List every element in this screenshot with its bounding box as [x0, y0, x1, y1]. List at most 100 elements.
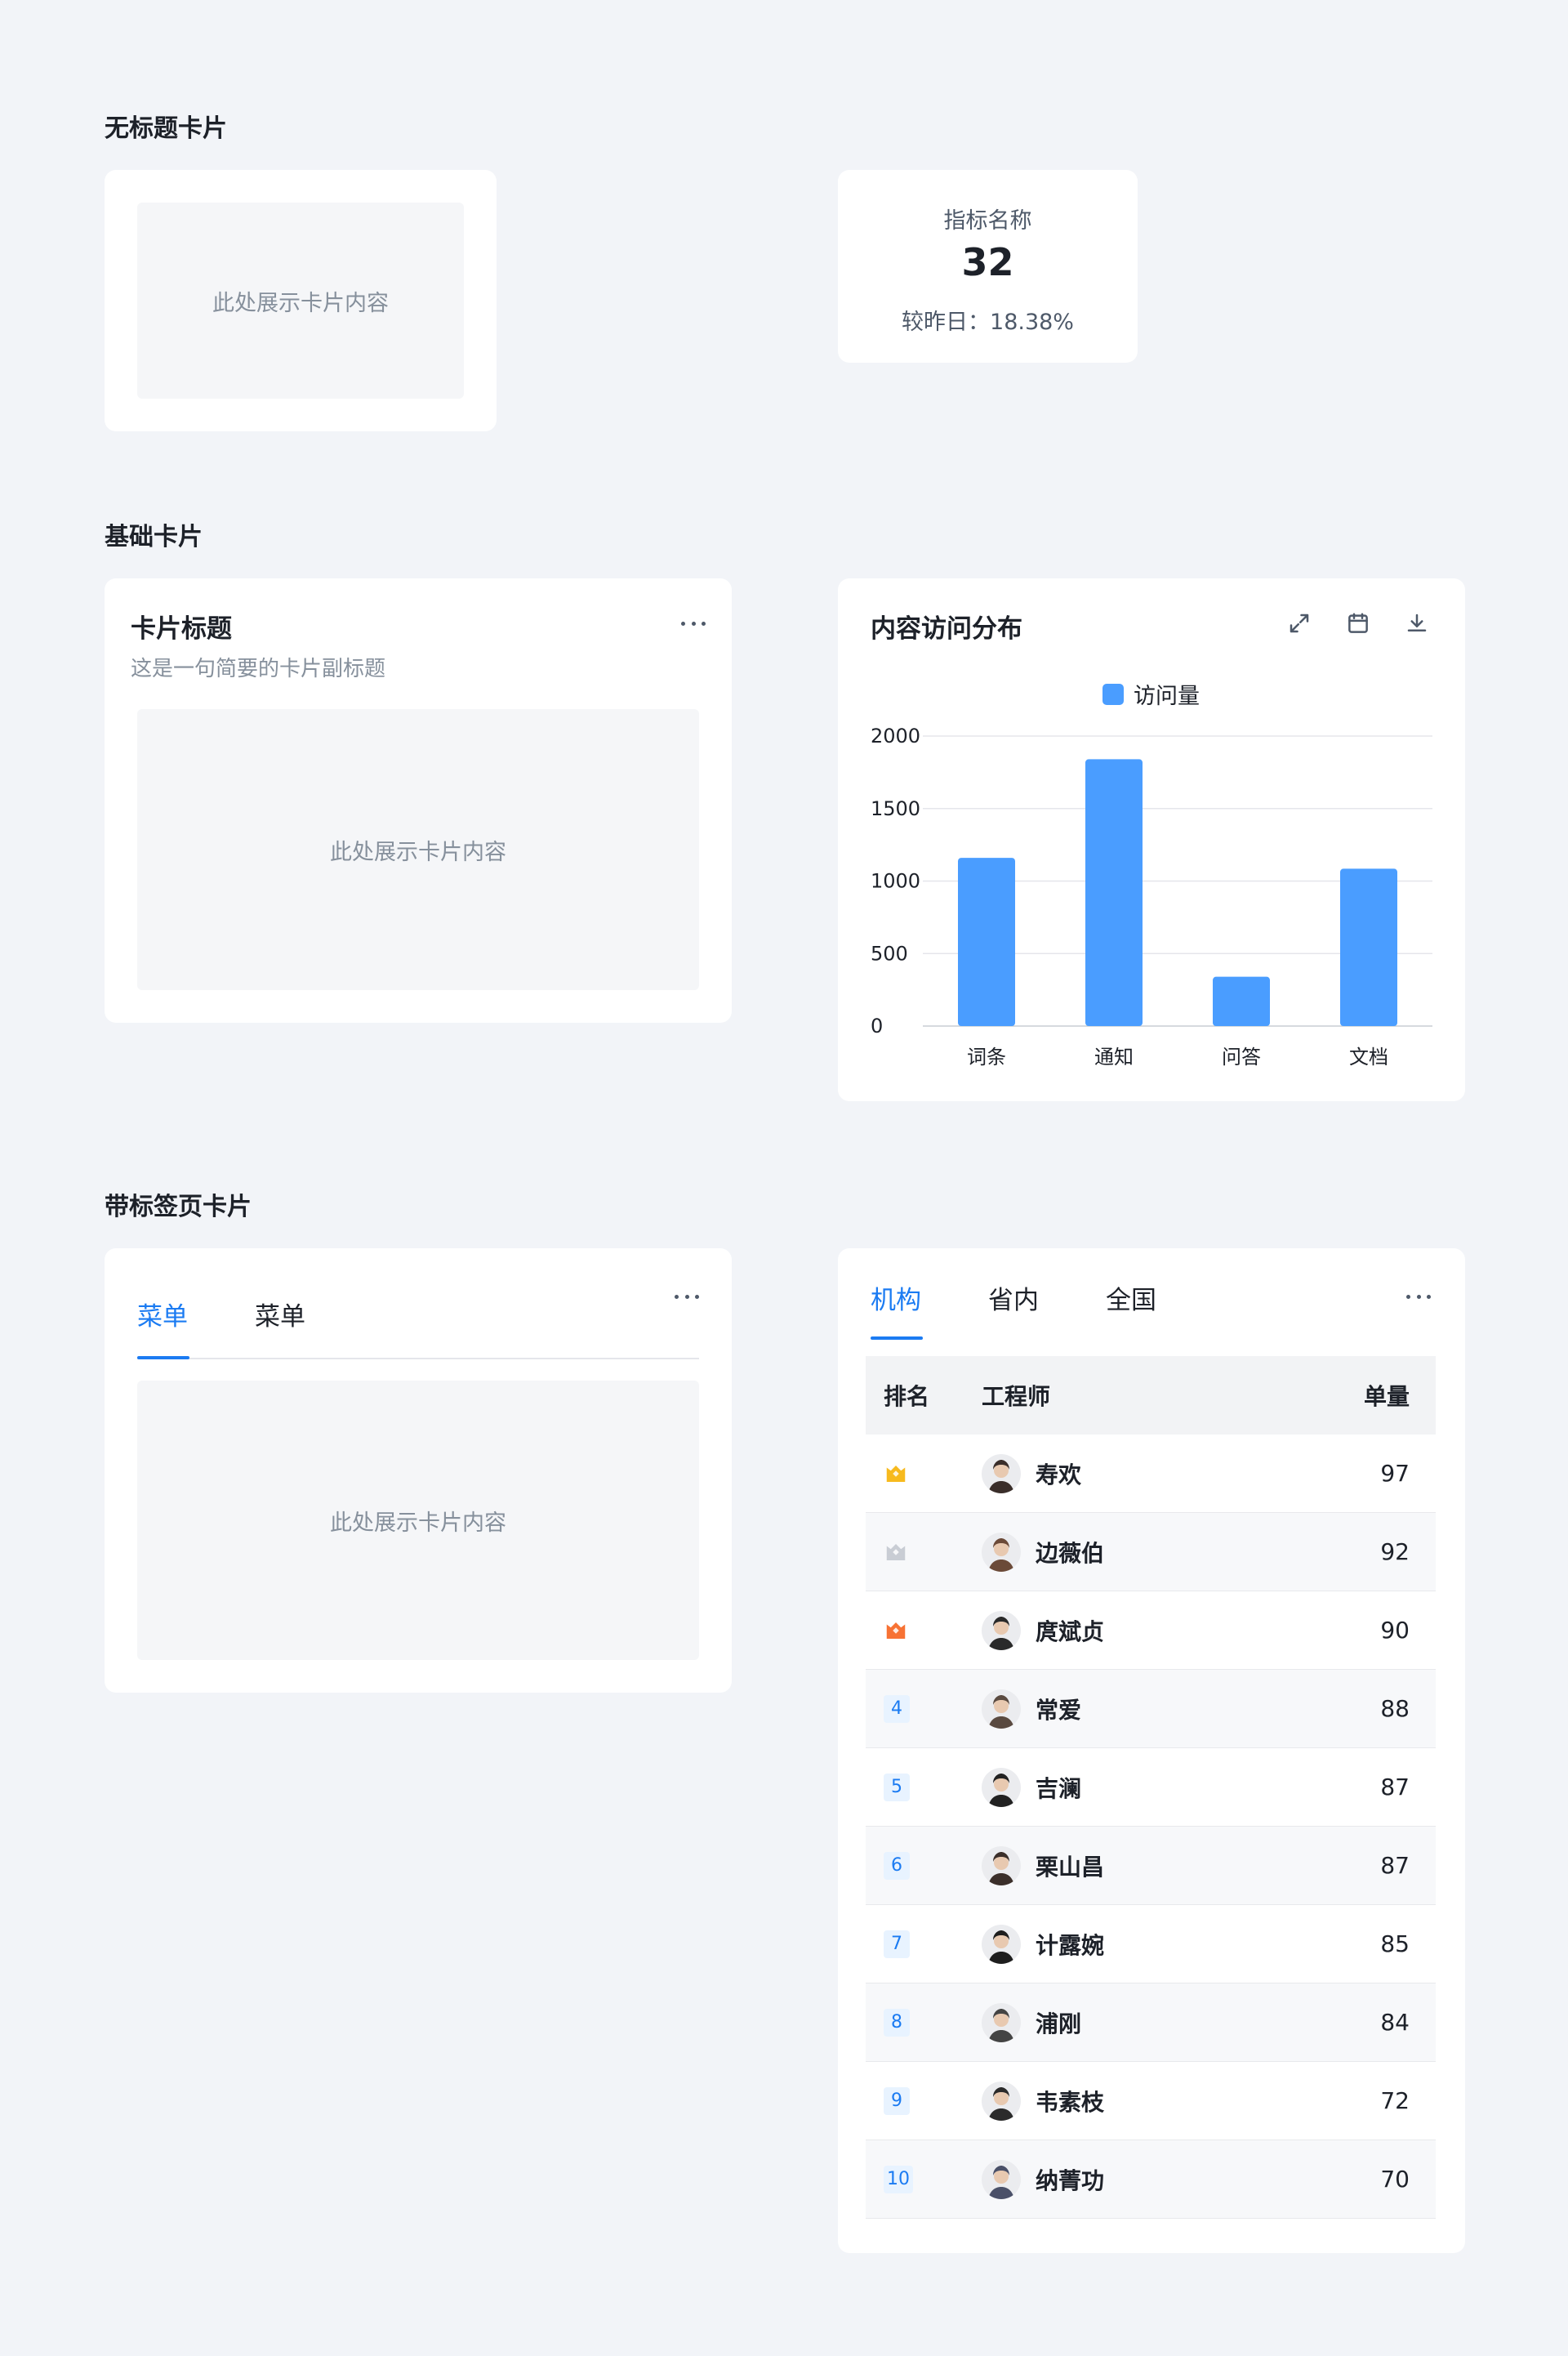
bar[interactable] — [1213, 976, 1270, 1026]
engineer-cell: 栗山昌 — [982, 1827, 1338, 1904]
engineer-name: 浦刚 — [1036, 2010, 1082, 2037]
engineer-cell: 边薇伯 — [982, 1513, 1338, 1591]
table-row: 8 浦刚 84 — [866, 1983, 1436, 2062]
tab-active-indicator — [137, 1356, 189, 1359]
avatar — [982, 1453, 1021, 1493]
rank-number: 5 — [884, 1773, 910, 1801]
more-icon[interactable] — [675, 1292, 699, 1301]
column-header-quantity: 单量 — [1363, 1383, 1410, 1410]
rank-cell: 7 — [866, 1905, 982, 1983]
rank-cell — [866, 1591, 982, 1669]
rank-cell: 4 — [866, 1670, 982, 1747]
rank-cell — [866, 1513, 982, 1591]
card-content-placeholder: 此处展示卡片内容 — [137, 203, 464, 399]
tab-menu-2[interactable]: 菜单 — [255, 1296, 305, 1332]
engineer-name: 韦素枝 — [1036, 2088, 1105, 2116]
tab-menu-1[interactable]: 菜单 — [137, 1296, 188, 1332]
rank-number: 6 — [884, 1851, 910, 1880]
metric-compare: 较昨日：18.38% — [902, 310, 1074, 335]
avatar — [982, 1845, 1021, 1885]
x-tick-label: 文档 — [1349, 1046, 1388, 1069]
quantity-cell: 70 — [1380, 2166, 1410, 2193]
engineer-cell: 计露婉 — [982, 1905, 1338, 1983]
avatar — [982, 1610, 1021, 1650]
quantity-cell: 85 — [1380, 1930, 1410, 1957]
metric-name: 指标名称 — [943, 208, 1032, 234]
avatar — [982, 1924, 1021, 1964]
column-header-rank: 排名 — [884, 1383, 930, 1410]
section-title-untitled: 无标题卡片 — [105, 114, 227, 143]
rank-cell: 6 — [866, 1827, 982, 1904]
metric-value: 32 — [961, 240, 1014, 284]
card-title: 卡片标题 — [131, 614, 232, 644]
quantity-cell: 87 — [1380, 1774, 1410, 1800]
rank-cell: 9 — [866, 2062, 982, 2140]
metric-card: 指标名称 32 较昨日：18.38% — [838, 170, 1138, 363]
y-tick-label: 1000 — [871, 870, 920, 893]
table-row: 庹斌贞 90 — [866, 1591, 1436, 1670]
rank-number: 8 — [884, 2008, 910, 2037]
table-row: 边薇伯 92 — [866, 1513, 1436, 1591]
engineer-name: 常爱 — [1036, 1696, 1082, 1724]
engineer-cell: 寿欢 — [982, 1435, 1338, 1512]
silver-medal-icon — [886, 1543, 906, 1560]
x-tick-label: 词条 — [967, 1046, 1006, 1069]
basic-card: 卡片标题 这是一句简要的卡片副标题 此处展示卡片内容 — [105, 578, 732, 1023]
engineer-name: 纳菁功 — [1036, 2166, 1105, 2194]
card-content-placeholder: 此处展示卡片内容 — [137, 1381, 699, 1660]
table-row: 5 吉澜 87 — [866, 1748, 1436, 1827]
quantity-cell: 97 — [1380, 1460, 1410, 1487]
y-tick-label: 500 — [871, 942, 908, 965]
engineer-cell: 韦素枝 — [982, 2062, 1338, 2140]
section-title-tabbed: 带标签页卡片 — [105, 1193, 252, 1221]
rank-cell: 8 — [866, 1983, 982, 2061]
avatar — [982, 2159, 1021, 2199]
table-row: 6 栗山昌 87 — [866, 1827, 1436, 1905]
quantity-cell: 87 — [1380, 1852, 1410, 1879]
quantity-cell: 90 — [1380, 1617, 1410, 1644]
table-header: 排名 工程师 单量 — [866, 1356, 1436, 1435]
bar[interactable] — [958, 858, 1015, 1026]
tab-province[interactable]: 省内 — [988, 1279, 1039, 1316]
engineer-cell: 浦刚 — [982, 1983, 1338, 2061]
untitled-card: 此处展示卡片内容 — [105, 170, 497, 431]
engineer-name: 栗山昌 — [1036, 1853, 1105, 1881]
engineer-cell: 庹斌贞 — [982, 1591, 1338, 1669]
engineer-cell: 纳菁功 — [982, 2140, 1338, 2218]
card-content-placeholder: 此处展示卡片内容 — [137, 709, 699, 990]
bar[interactable] — [1085, 759, 1143, 1026]
bronze-medal-icon — [886, 1622, 906, 1639]
table-row: 7 计露婉 85 — [866, 1905, 1436, 1983]
quantity-cell: 84 — [1380, 2009, 1410, 2036]
avatar — [982, 1689, 1021, 1729]
engineer-cell: 吉澜 — [982, 1748, 1338, 1826]
more-icon[interactable] — [1406, 1292, 1431, 1301]
tab-card-ranking: 机构 省内 全国 排名 工程师 单量 寿欢 97 边薇伯 92 庹斌贞 90 4 常爱 88 5 吉… — [838, 1248, 1465, 2253]
tab-institution[interactable]: 机构 — [871, 1279, 921, 1316]
table-row: 9 韦素枝 72 — [866, 2062, 1436, 2140]
tab-national[interactable]: 全国 — [1106, 1279, 1156, 1316]
table-row: 4 常爱 88 — [866, 1670, 1436, 1748]
rank-number: 4 — [884, 1694, 910, 1723]
y-tick-label: 1500 — [871, 797, 920, 820]
rank-cell — [866, 1435, 982, 1512]
avatar — [982, 1767, 1021, 1807]
y-tick-label: 0 — [871, 1015, 883, 1037]
engineer-cell: 常爱 — [982, 1670, 1338, 1747]
more-icon[interactable] — [681, 619, 706, 627]
table-body: 寿欢 97 边薇伯 92 庹斌贞 90 4 常爱 88 5 吉澜 87 6 栗山昌 87 7 计露婉 85 8 浦刚 8… — [866, 1435, 1436, 2219]
ranking-table: 排名 工程师 单量 寿欢 97 边薇伯 92 庹斌贞 90 4 常爱 88 5 吉澜 87 6 栗山昌 87… — [866, 1356, 1436, 2219]
column-header-engineer: 工程师 — [982, 1383, 1051, 1410]
section-title-basic: 基础卡片 — [105, 523, 203, 551]
gold-medal-icon — [886, 1465, 906, 1482]
tab-active-indicator — [871, 1336, 923, 1340]
engineer-name: 边薇伯 — [1036, 1539, 1105, 1567]
engineer-name: 计露婉 — [1036, 1931, 1105, 1959]
engineer-name: 寿欢 — [1036, 1461, 1082, 1488]
x-tick-label: 问答 — [1222, 1046, 1261, 1069]
x-tick-label: 通知 — [1094, 1046, 1134, 1069]
quantity-cell: 72 — [1380, 2087, 1410, 2114]
tab-card-left: 菜单 菜单 此处展示卡片内容 — [105, 1248, 732, 1693]
rank-number: 10 — [884, 2165, 913, 2193]
bar[interactable] — [1340, 868, 1397, 1026]
